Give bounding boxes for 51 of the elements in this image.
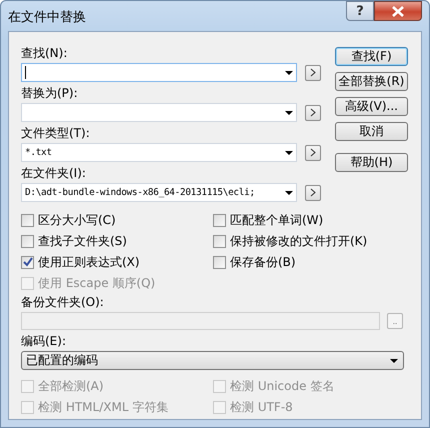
chevron-right-icon — [310, 68, 316, 77]
checkbox-label: 匹配整个单词(W) — [230, 212, 324, 228]
chevron-right-icon — [310, 148, 316, 157]
checkbox-label: 检测 Unicode 签名 — [230, 378, 334, 394]
dropdown-arrow-icon — [285, 190, 293, 194]
checkbox[interactable] — [21, 214, 34, 226]
checkbox[interactable] — [21, 256, 34, 268]
arrow-button[interactable] — [305, 64, 321, 80]
dialog-button[interactable]: 查找(F) — [335, 47, 408, 66]
combo-field[interactable] — [21, 103, 297, 122]
checkbox-label: 保持被修改的文件打开(K) — [230, 232, 368, 250]
encoding-select[interactable]: 已配置的编码 — [21, 351, 404, 370]
field-label: 查找(N): — [21, 46, 68, 60]
dialog-button[interactable]: 高级(V)... — [335, 97, 408, 116]
close-button[interactable] — [374, 1, 422, 21]
chevron-right-icon — [310, 108, 316, 117]
field-label: 在文件夹(I): — [21, 166, 87, 180]
field-label: 替换为(P): — [21, 86, 79, 100]
checkbox[interactable] — [213, 234, 226, 248]
checkbox-label: 使用 Escape 顺序(Q) — [38, 274, 156, 292]
checkbox-label: 检测 UTF-8 — [230, 398, 293, 416]
dialog-button[interactable]: 取消 — [335, 122, 408, 141]
dropdown-arrow-icon — [285, 150, 293, 154]
field-label: 文件类型(T): — [21, 126, 91, 140]
checkbox-label: 使用正则表达式(X) — [38, 254, 140, 270]
checkbox-label: 全部检测(A) — [38, 378, 104, 394]
arrow-button[interactable] — [305, 184, 321, 200]
checkbox-label: 查找子文件夹(S) — [38, 232, 127, 250]
checkbox-label: 区分大小写(C) — [38, 212, 116, 228]
field-label: 备份文件夹(O): — [21, 295, 105, 309]
checkbox[interactable] — [213, 256, 226, 268]
checkbox-label: 保存备份(B) — [230, 254, 296, 270]
checkmark-icon — [22, 257, 32, 267]
field-label: 编码(E): — [21, 334, 67, 348]
combo-field[interactable]: D:\adt-bundle-windows-x86_64-20131115\ecli; — [21, 183, 297, 202]
arrow-button[interactable] — [305, 104, 321, 120]
close-icon — [391, 6, 405, 16]
dialog-button[interactable]: 帮助(H) — [335, 153, 408, 172]
checkbox[interactable] — [21, 234, 34, 248]
checkbox-label: 检测 HTML/XML 字符集 — [38, 398, 168, 416]
checkbox[interactable] — [213, 214, 226, 226]
dropdown-arrow-icon — [390, 358, 398, 362]
dialog-button[interactable]: 全部替换(R) — [335, 72, 408, 91]
dropdown-arrow-icon — [285, 110, 293, 114]
arrow-button[interactable] — [305, 144, 321, 160]
chevron-right-icon — [310, 188, 316, 197]
window-title: 在文件中替换 — [8, 9, 86, 26]
combo-field[interactable]: *.txt — [21, 143, 297, 162]
help-button[interactable]: ? — [346, 1, 374, 21]
dropdown-arrow-icon — [285, 70, 293, 74]
combo-field[interactable] — [21, 63, 297, 82]
